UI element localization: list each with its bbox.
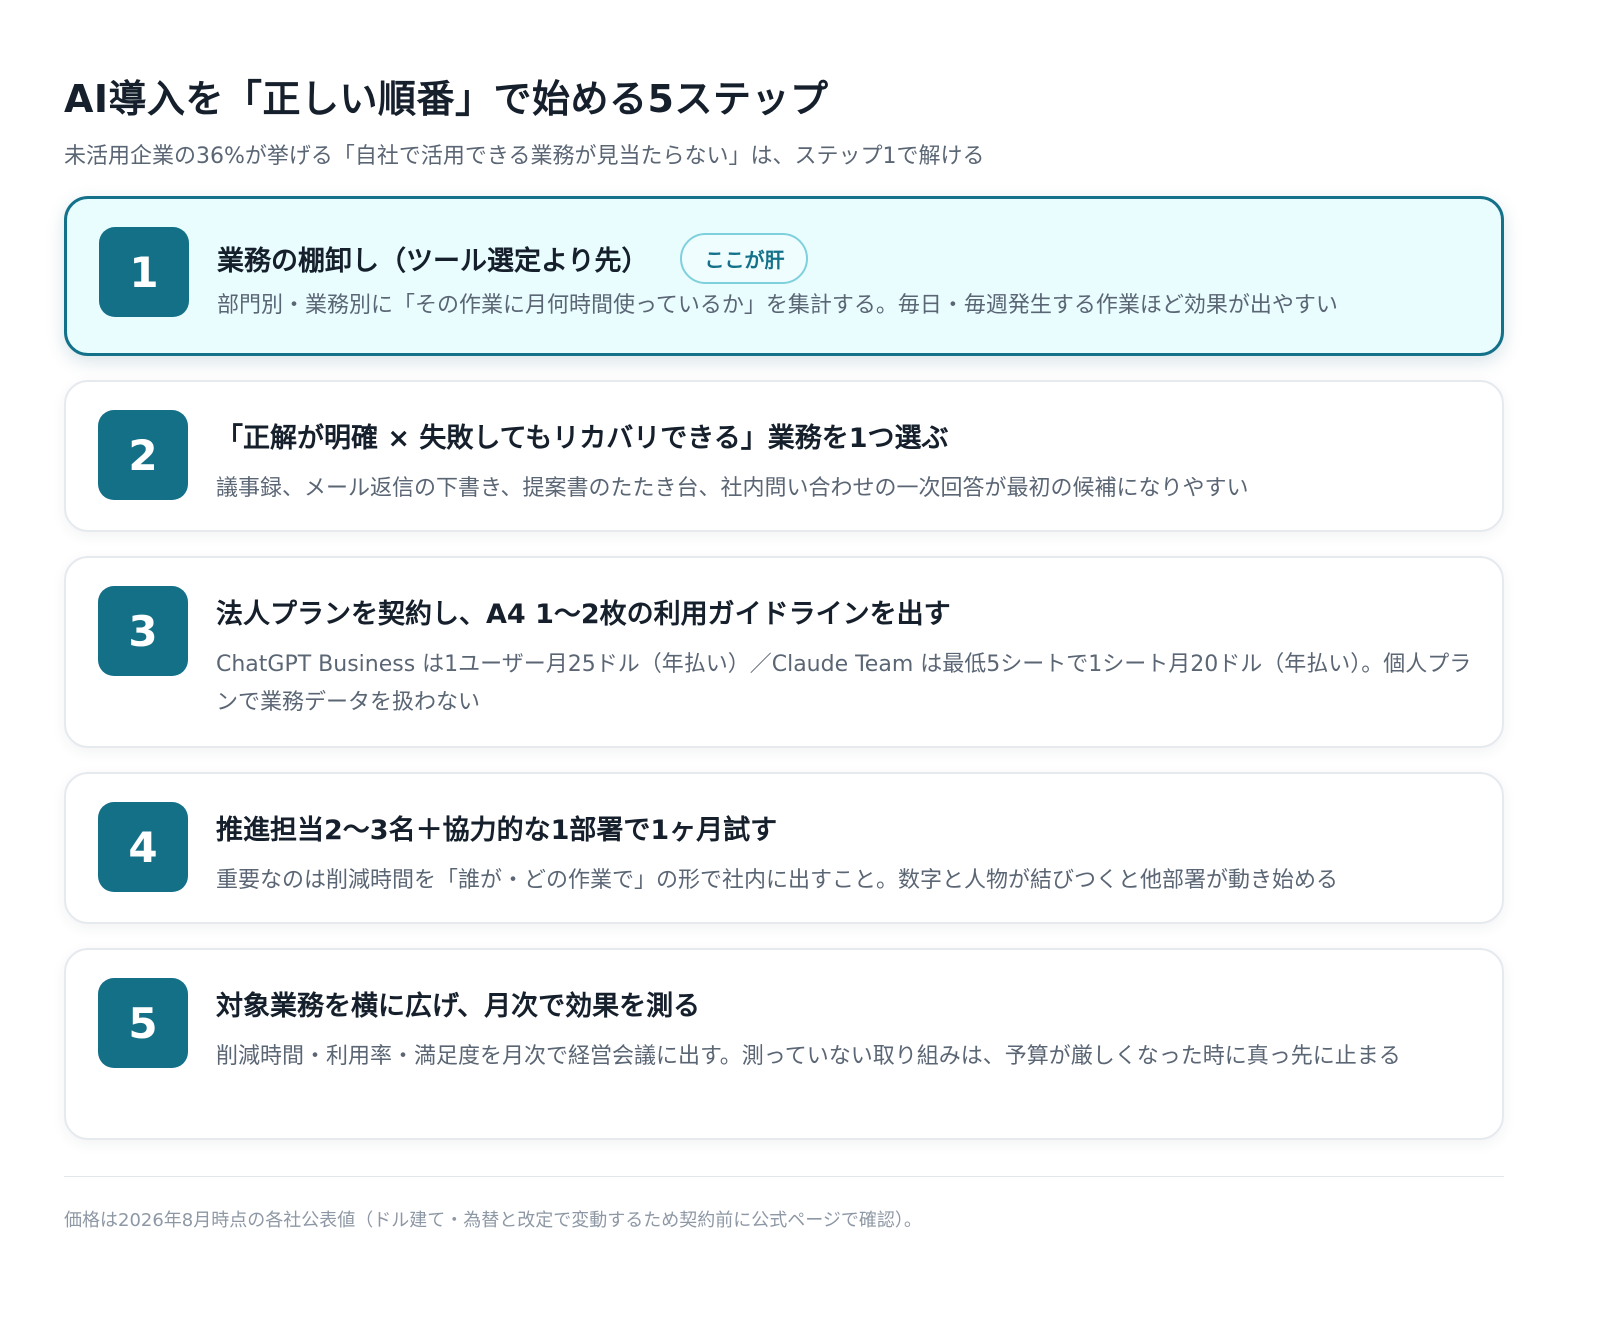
- step-title-text: 対象業務を横に広げ、月次で効果を測る: [216, 991, 701, 1022]
- step-title-text: 「正解が明確 × 失敗してもリカバリできる」業務を1つ選ぶ: [216, 423, 949, 454]
- key-point-badge: ここが肝: [680, 233, 809, 284]
- step-description: ChatGPT Business は1ユーザー月25ドル（年払い）／Claude…: [216, 652, 1472, 715]
- step-card-3: 3 法人プランを契約し、A4 1〜2枚の利用ガイドラインを出す ChatGPT …: [64, 556, 1504, 748]
- step-card-4: 4 推進担当2〜3名＋協力的な1部署で1ヶ月試す 重要なのは削減時間を「誰が・ど…: [64, 772, 1504, 924]
- step-card-1: 1 業務の棚卸し（ツール選定より先） ここが肝 部門別・業務別に「その作業に月何…: [64, 196, 1504, 356]
- step-title: 「正解が明確 × 失敗してもリカバリできる」業務を1つ選ぶ: [216, 416, 949, 455]
- step-description: 削減時間・利用率・満足度を月次で経営会議に出す。測っていない取り組みは、予算が厳…: [216, 1044, 1401, 1069]
- step-title-text: 法人プランを契約し、A4 1〜2枚の利用ガイドラインを出す: [216, 599, 951, 630]
- step-description: 部門別・業務別に「その作業に月何時間使っているか」を集計する。毎日・毎週発生する…: [217, 293, 1338, 318]
- step-number-badge: 5: [98, 978, 188, 1068]
- footnote: 価格は2026年8月時点の各社公表値（ドル建て・為替と改定で変動するため契約前に…: [64, 1210, 922, 1231]
- step-number-badge: 1: [99, 227, 189, 317]
- step-title: 対象業務を横に広げ、月次で効果を測る: [216, 984, 700, 1023]
- step-number-badge: 3: [98, 586, 188, 676]
- step-number-badge: 2: [98, 410, 188, 500]
- page-subtitle: 未活用企業の36%が挙げる「自社で活用できる業務が見当たらない」は、ステップ1で…: [64, 144, 985, 169]
- step-title-text: 業務の棚卸し（ツール選定より先）: [217, 246, 649, 277]
- footer-divider: [64, 1176, 1504, 1177]
- step-title: 推進担当2〜3名＋協力的な1部署で1ヶ月試す: [216, 808, 777, 847]
- step-card-5: 5 対象業務を横に広げ、月次で効果を測る 削減時間・利用率・満足度を月次で経営会…: [64, 948, 1504, 1140]
- page-title: AI導入を「正しい順番」で始める5ステップ: [64, 77, 829, 121]
- step-card-2: 2 「正解が明確 × 失敗してもリカバリできる」業務を1つ選ぶ 議事録、メール返…: [64, 380, 1504, 532]
- page: AI導入を「正しい順番」で始める5ステップ 未活用企業の36%が挙げる「自社で活…: [0, 0, 1600, 1326]
- step-description: 議事録、メール返信の下書き、提案書のたたき台、社内問い合わせの一次回答が最初の候…: [216, 476, 1249, 501]
- step-title-text: 推進担当2〜3名＋協力的な1部署で1ヶ月試す: [216, 815, 778, 846]
- step-title: 法人プランを契約し、A4 1〜2枚の利用ガイドラインを出す: [216, 592, 951, 631]
- step-title: 業務の棚卸し（ツール選定より先） ここが肝: [217, 233, 809, 284]
- step-number-badge: 4: [98, 802, 188, 892]
- step-description: 重要なのは削減時間を「誰が・どの作業で」の形で社内に出すこと。数字と人物が結びつ…: [216, 868, 1339, 893]
